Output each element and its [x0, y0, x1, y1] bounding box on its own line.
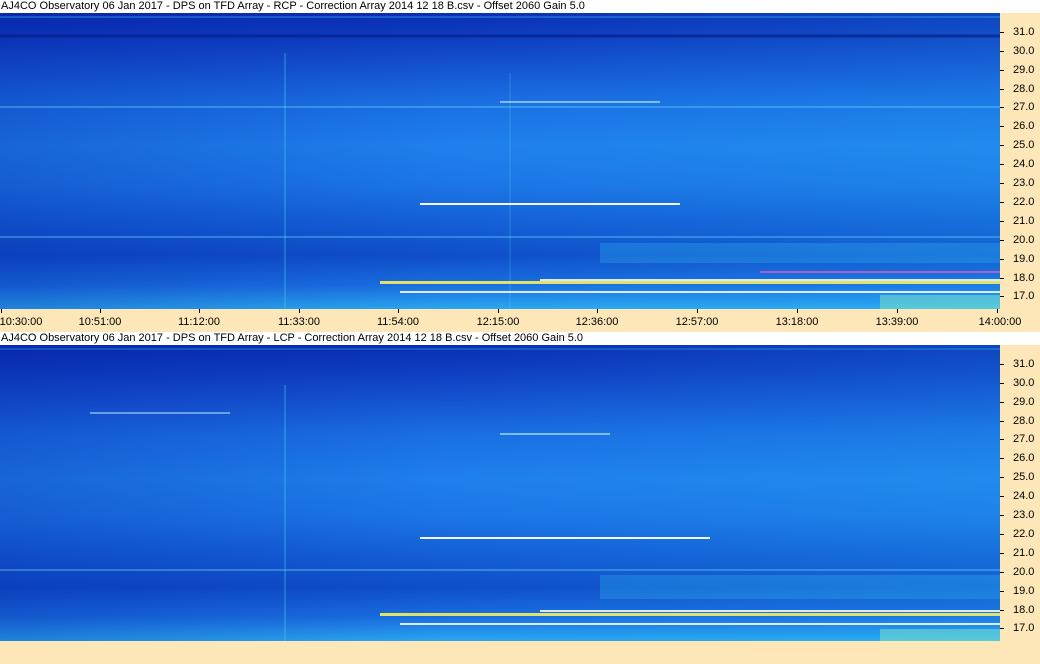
lcp-title: AJ4CO Observatory 06 Jan 2017 - DPS on T…	[0, 332, 1040, 345]
rcp-time-axis: 10:30:00 10:51:00 11:12:00 11:33:00 11:5…	[0, 309, 1040, 329]
freq-tick: 19.0	[1000, 585, 1040, 597]
freq-tick: 21.0	[1000, 547, 1040, 559]
freq-tick: 31.0	[1000, 358, 1040, 370]
freq-tick: 23.0	[1000, 509, 1040, 521]
rcp-title: AJ4CO Observatory 06 Jan 2017 - DPS on T…	[0, 0, 1040, 13]
freq-tick: 18.0	[1000, 604, 1040, 616]
freq-tick: 26.0	[1000, 120, 1040, 132]
freq-tick: 18.0	[1000, 272, 1040, 284]
freq-tick: 22.0	[1000, 528, 1040, 540]
freq-tick: 21.0	[1000, 215, 1040, 227]
freq-tick: 25.0	[1000, 139, 1040, 151]
freq-tick: 27.0	[1000, 433, 1040, 445]
rcp-spectrogram	[0, 13, 1000, 309]
freq-tick: 17.0	[1000, 290, 1040, 302]
lcp-time-axis	[0, 641, 1040, 664]
freq-tick: 24.0	[1000, 490, 1040, 502]
freq-tick: 24.0	[1000, 158, 1040, 170]
lcp-panel: AJ4CO Observatory 06 Jan 2017 - DPS on T…	[0, 332, 1040, 664]
freq-tick: 20.0	[1000, 234, 1040, 246]
freq-tick: 30.0	[1000, 45, 1040, 57]
freq-tick: 30.0	[1000, 377, 1040, 389]
freq-tick: 28.0	[1000, 83, 1040, 95]
freq-tick: 23.0	[1000, 177, 1040, 189]
freq-tick: 20.0	[1000, 566, 1040, 578]
freq-tick: 25.0	[1000, 471, 1040, 483]
freq-tick: 22.0	[1000, 196, 1040, 208]
freq-tick: 28.0	[1000, 415, 1040, 427]
rcp-panel: AJ4CO Observatory 06 Jan 2017 - DPS on T…	[0, 0, 1040, 329]
freq-tick: 29.0	[1000, 396, 1040, 408]
rcp-frequency-axis: 31.0 30.0 29.0 28.0 27.0 26.0 25.0 24.0 …	[1000, 13, 1040, 309]
freq-tick: 31.0	[1000, 26, 1040, 38]
lcp-spectrogram-features	[0, 348, 1000, 641]
freq-tick: 26.0	[1000, 452, 1040, 464]
freq-tick: 17.0	[1000, 622, 1040, 634]
freq-tick: 19.0	[1000, 253, 1040, 265]
lcp-spectrogram	[0, 345, 1000, 641]
freq-tick: 27.0	[1000, 101, 1040, 113]
freq-tick: 29.0	[1000, 64, 1040, 76]
lcp-frequency-axis: 31.0 30.0 29.0 28.0 27.0 26.0 25.0 24.0 …	[1000, 345, 1040, 641]
rcp-spectrogram-features	[0, 16, 1000, 309]
